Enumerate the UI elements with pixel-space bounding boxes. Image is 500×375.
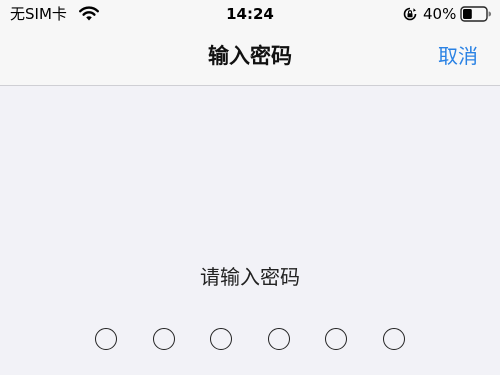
passcode-dot <box>325 328 347 350</box>
passcode-dots[interactable] <box>0 328 500 356</box>
passcode-dot <box>152 328 175 350</box>
passcode-prompt: 请输入密码 <box>200 265 300 289</box>
passcode-dot <box>95 328 117 350</box>
passcode-dot <box>210 328 232 350</box>
cancel-button[interactable]: 取消 <box>438 43 478 69</box>
passcode-dot <box>267 328 290 350</box>
status-bar: 无SIM卡 14:24 40% <box>0 0 500 28</box>
orientation-lock-icon <box>403 7 417 21</box>
battery-percent: 40% <box>423 5 457 23</box>
passcode-dot <box>382 328 405 350</box>
page-title: 输入密码 <box>208 44 292 68</box>
battery-icon <box>460 6 492 22</box>
nav-bar: 输入密码 取消 <box>0 28 500 86</box>
